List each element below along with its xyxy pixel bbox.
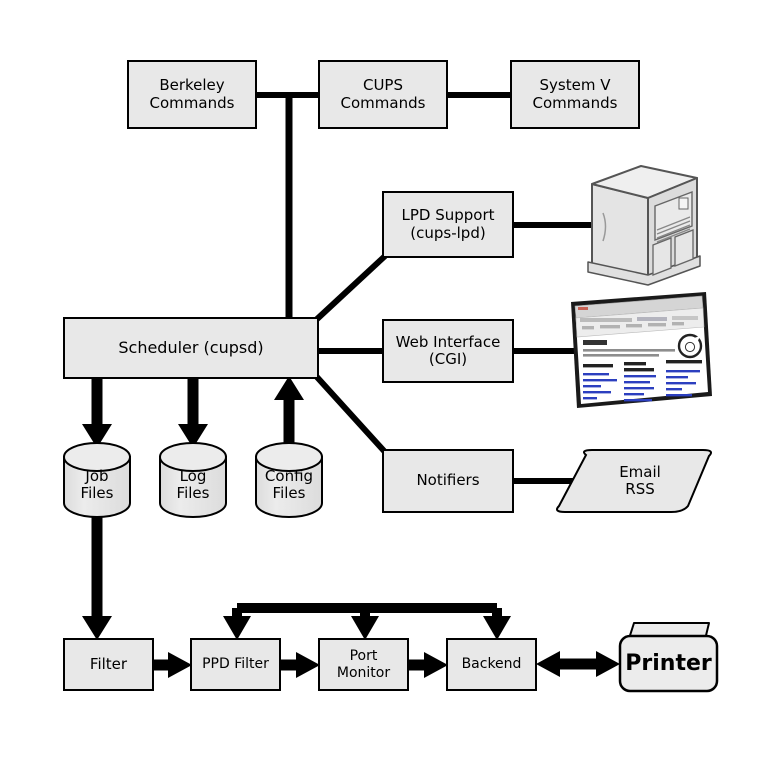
ppd-filter-to-port-monitor-arrow (280, 652, 320, 678)
email-rss-shape[interactable] (556, 449, 712, 513)
port-monitor-to-backend-arrow (408, 652, 448, 678)
log-files-cylinder[interactable] (159, 442, 227, 518)
backend-to-printer-arrow (536, 651, 620, 677)
scheduler-to-job-files-arrow (82, 378, 112, 448)
filter-box[interactable] (63, 638, 154, 691)
job-files-to-filter-arrow (82, 516, 112, 640)
cups-commands-box[interactable] (318, 60, 448, 129)
lpd-support-box[interactable] (382, 191, 514, 258)
filter-to-ppd-filter-arrow (153, 652, 192, 678)
scheduler-box[interactable] (63, 317, 319, 379)
job-files-cylinder[interactable] (63, 442, 131, 518)
scheduler-to-log-files-arrow (178, 378, 208, 448)
bus-bracket-to-pipeline (223, 603, 511, 640)
berkeley-commands-box[interactable] (127, 60, 257, 129)
web-browser-hitbox[interactable] (569, 292, 714, 410)
config-files-cylinder[interactable] (255, 442, 323, 518)
printer-icon[interactable] (618, 622, 719, 693)
system-v-commands-box[interactable] (510, 60, 640, 129)
port-monitor-box[interactable] (318, 638, 409, 691)
web-interface-box[interactable] (382, 319, 514, 383)
notifiers-box[interactable] (382, 449, 514, 513)
scheduler-to-lpd-link (313, 253, 388, 323)
config-files-to-scheduler-arrow (274, 376, 304, 448)
computer-host-hitbox[interactable] (589, 166, 700, 286)
backend-box[interactable] (446, 638, 537, 691)
ppd-filter-box[interactable] (190, 638, 281, 691)
cups-architecture-diagram: Berkeley Commands CUPS Commands System V… (0, 0, 768, 768)
scheduler-to-notifiers-link (313, 373, 388, 455)
connector-layer (82, 92, 620, 678)
